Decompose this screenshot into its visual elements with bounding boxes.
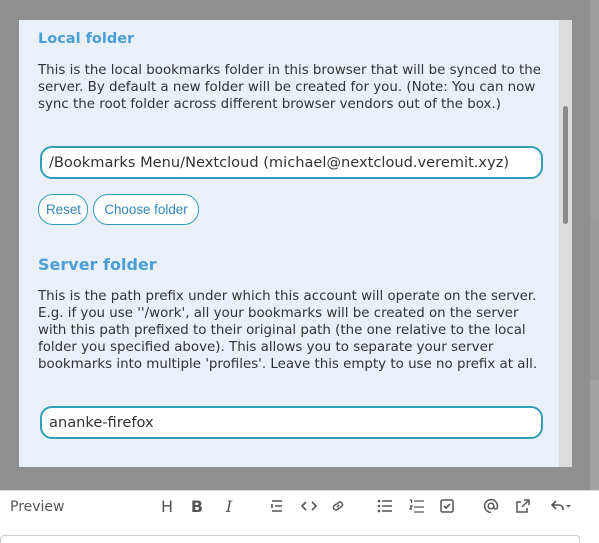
bullet-list-icon[interactable] [371,493,399,519]
server-folder-input[interactable]: ananke-firefox [40,406,543,439]
local-folder-heading: Local folder [38,31,135,47]
preview-label[interactable]: Preview [10,499,65,515]
open-link-icon[interactable] [509,493,537,519]
local-folder-path-field[interactable]: /Bookmarks Menu/Nextcloud (michael@nextc… [40,146,543,179]
checklist-icon[interactable] [433,493,461,519]
heading-icon[interactable]: H [153,493,181,519]
bold-icon[interactable]: B [183,493,211,519]
reset-button[interactable]: Reset [38,194,88,225]
link-icon[interactable] [324,493,352,519]
numbered-list-icon[interactable] [403,493,431,519]
editor-toolbar: Preview H B I [0,490,599,543]
blockquote-icon[interactable] [263,493,291,519]
server-folder-description: This is the path prefix under which this… [38,289,538,372]
local-folder-description: This is the local bookmarks folder in th… [38,63,541,112]
choose-folder-button[interactable]: Choose folder [93,194,199,225]
italic-icon[interactable]: I [215,493,243,519]
code-icon[interactable] [295,493,323,519]
modal-scrollbar[interactable] [559,20,572,467]
account-settings-modal: Local folder This is the local bookmarks… [19,20,572,467]
undo-icon[interactable] [544,493,578,519]
editor-text-area[interactable] [0,535,580,543]
server-folder-heading: Server folder [38,255,157,274]
mention-icon[interactable] [477,493,505,519]
scrollbar-thumb[interactable] [563,106,568,224]
